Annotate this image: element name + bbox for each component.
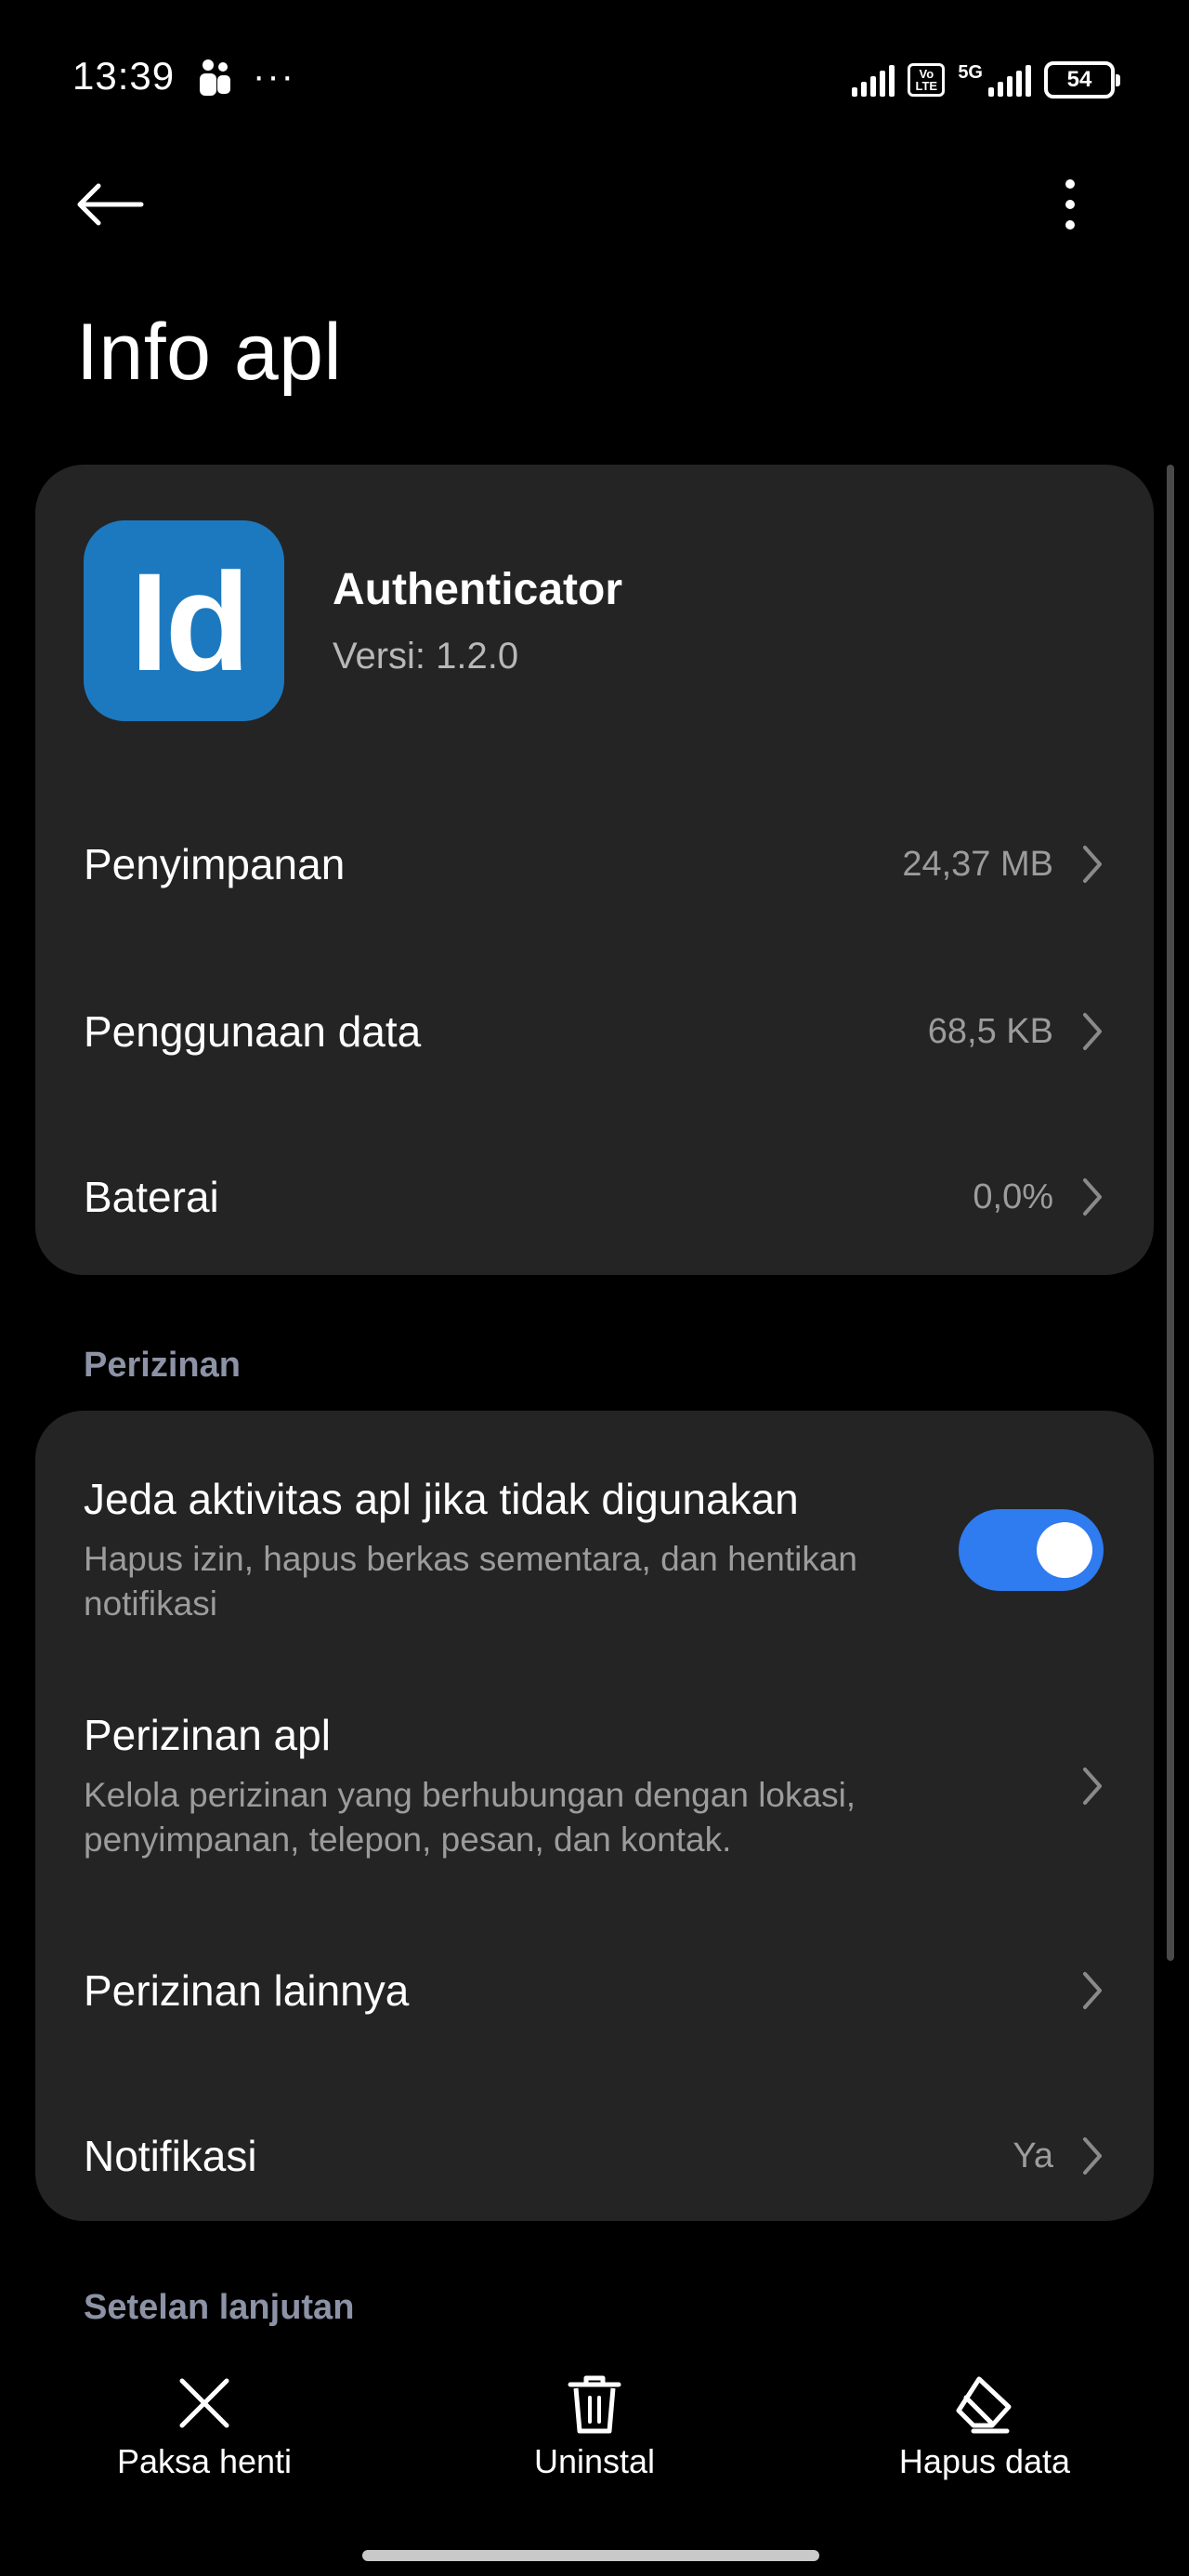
status-bar: 13:39 ··· Vo LTE 5G 54 [0, 0, 1189, 158]
back-button[interactable] [74, 167, 163, 242]
volte-icon: Vo LTE [908, 63, 946, 97]
more-vertical-icon [1065, 179, 1075, 230]
app-header: Id Authenticator Versi: 1.2.0 [84, 520, 622, 721]
app-info-screen: 13:39 ··· Vo LTE 5G 54 Info apl Id Authe… [0, 0, 1189, 2576]
notifications-row[interactable]: Notifikasi Ya [35, 2082, 1154, 2230]
permissions-card: Jeda aktivitas apl jika tidak digunakan … [35, 1411, 1154, 2221]
battery-percent: 54 [1066, 67, 1092, 92]
trash-icon [568, 2375, 621, 2434]
chevron-right-icon [1083, 1013, 1102, 1050]
clear-data-button[interactable]: Hapus data [845, 2370, 1124, 2481]
bottom-action-bar: Paksa henti Uninstal Hapus data [0, 2342, 1189, 2576]
data-usage-title: Penggunaan data [84, 1007, 422, 1056]
toggle-knob [1037, 1522, 1092, 1578]
network-type-label: 5G [958, 61, 983, 83]
signal-5g-icon [988, 63, 1031, 97]
uninstall-button[interactable]: Uninstal [455, 2370, 734, 2481]
storage-value: 24,37 MB [902, 844, 1053, 884]
status-time: 13:39 [72, 54, 176, 98]
scrollbar[interactable] [1167, 465, 1174, 1961]
force-stop-label: Paksa henti [116, 2442, 293, 2480]
chevron-right-icon [1083, 1972, 1102, 2009]
app-icon-letters: Id [130, 544, 250, 700]
chevron-right-icon [1083, 1178, 1102, 1216]
chevron-right-icon [1083, 2137, 1102, 2175]
notifications-value: Ya [1013, 2136, 1053, 2175]
signal-icon [852, 63, 895, 97]
app-meta: Authenticator Versi: 1.2.0 [333, 564, 622, 677]
status-more-indicator: ··· [253, 56, 295, 97]
app-version: Versi: 1.2.0 [333, 636, 519, 677]
chevron-right-icon [1083, 1768, 1102, 1805]
battery-icon: 54 [1044, 61, 1120, 99]
storage-row[interactable]: Penyimpanan 24,37 MB [35, 790, 1154, 939]
close-icon [179, 2378, 229, 2428]
force-stop-button[interactable]: Paksa henti [65, 2370, 344, 2481]
data-usage-value: 68,5 KB [927, 1011, 1053, 1051]
app-permissions-description: Kelola perizinan yang berhubungan dengan… [84, 1776, 856, 1859]
arrow-left-icon [77, 183, 144, 226]
advanced-section-title: Setelan lanjutan [84, 2288, 355, 2327]
home-indicator[interactable] [362, 2550, 819, 2561]
battery-row[interactable]: Baterai 0,0% [35, 1123, 1154, 1271]
app-permissions-row[interactable]: Perizinan apl Kelola perizinan yang berh… [35, 1693, 1154, 1879]
other-permissions-title: Perizinan lainnya [84, 1966, 410, 2015]
app-icon: Id [84, 520, 284, 721]
app-summary-card: Id Authenticator Versi: 1.2.0 Penyimpana… [35, 465, 1154, 1275]
battery-title: Baterai [84, 1173, 219, 1221]
chevron-right-icon [1083, 846, 1102, 883]
clear-data-label: Hapus data [898, 2442, 1071, 2480]
person-icon [200, 59, 230, 96]
storage-title: Penyimpanan [84, 840, 346, 888]
app-name: Authenticator [333, 565, 622, 614]
data-usage-row[interactable]: Penggunaan data 68,5 KB [35, 957, 1154, 1106]
battery-value: 0,0% [973, 1176, 1053, 1216]
pause-activity-texts: Jeda aktivitas apl jika tidak digunakan … [84, 1474, 921, 1626]
eraser-icon [956, 2376, 1012, 2434]
pause-activity-row[interactable]: Jeda aktivitas apl jika tidak digunakan … [35, 1457, 1154, 1643]
status-icons: Vo LTE 5G 54 [852, 58, 1120, 102]
notifications-title: Notifikasi [84, 2132, 257, 2180]
permissions-section-title: Perizinan [84, 1346, 241, 1385]
pause-activity-description: Hapus izin, hapus berkas sementara, dan … [84, 1540, 858, 1623]
pause-activity-toggle[interactable] [959, 1509, 1104, 1591]
other-permissions-row[interactable]: Perizinan lainnya [35, 1916, 1154, 2065]
uninstall-label: Uninstal [533, 2442, 656, 2480]
app-permissions-texts: Perizinan apl Kelola perizinan yang berh… [84, 1710, 1026, 1862]
app-permissions-title: Perizinan apl [84, 1711, 331, 1759]
pause-activity-title: Jeda aktivitas apl jika tidak digunakan [84, 1475, 799, 1523]
more-options-button[interactable] [1033, 167, 1107, 242]
page-title: Info apl [76, 308, 343, 397]
